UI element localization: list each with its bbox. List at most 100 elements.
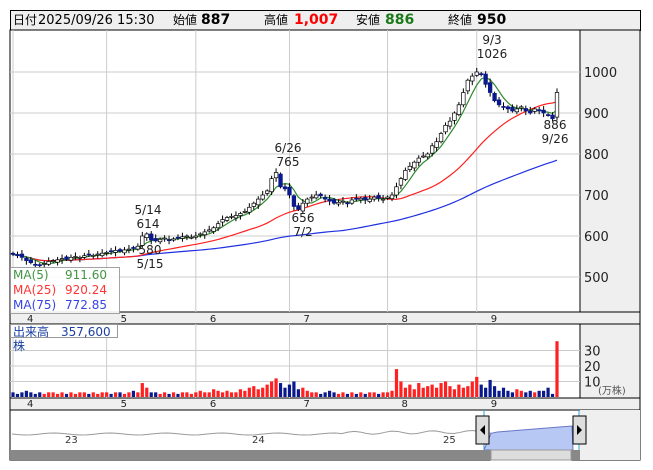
candle-body: [273, 172, 279, 179]
candle-body: [349, 199, 355, 204]
volume-bar: [122, 393, 127, 397]
volume-bar: [163, 392, 167, 397]
candle-body: [465, 79, 470, 92]
candle-body: [403, 170, 408, 180]
candle-body: [153, 238, 158, 242]
candle-body: [95, 253, 100, 256]
volume-bar: [412, 389, 416, 397]
volume-bar: [198, 390, 202, 397]
volume-bar: [145, 387, 149, 397]
candle-body: [541, 109, 546, 114]
navigator-year-label: 24: [252, 435, 265, 446]
candle-body: [331, 199, 337, 204]
candle-body: [113, 250, 118, 253]
ma25-value: 920.24: [65, 283, 107, 297]
candle-body: [220, 219, 225, 223]
candle-body: [117, 249, 123, 252]
candle-body: [180, 236, 185, 239]
candle-body: [86, 253, 91, 256]
candle-body: [354, 197, 359, 200]
volume-bar: [363, 393, 367, 397]
month-label: 8: [402, 314, 408, 325]
volume-bar: [131, 390, 135, 397]
annotation-line2: 614: [137, 217, 160, 231]
volume-bar: [243, 390, 247, 397]
volume-bar: [403, 387, 407, 397]
price-tick-label: 600: [584, 230, 609, 245]
volume-bar: [15, 393, 20, 397]
volume-label: 出来高 357,600株: [10, 324, 118, 353]
volume-bar: [216, 390, 220, 397]
annotation-line1: 656: [292, 211, 315, 225]
volume-bar: [154, 392, 158, 397]
volume-bar: [167, 393, 171, 397]
annotation-line1: 9/3: [482, 33, 501, 47]
volume-bar: [176, 393, 180, 397]
candle-body: [55, 259, 60, 263]
scrollbar-thumb[interactable]: [490, 449, 572, 461]
candle-body: [479, 73, 484, 75]
volume-bar: [519, 390, 523, 397]
volume-bar: [225, 390, 229, 397]
annotation-line1: 6/26: [275, 141, 302, 155]
volume-bar: [555, 341, 559, 397]
volume-bar: [296, 389, 300, 397]
candle-body: [50, 260, 56, 262]
candle-body: [434, 141, 439, 148]
candle-body: [501, 106, 506, 108]
month-label: 9: [491, 399, 497, 410]
volume-bar: [105, 392, 109, 397]
volume-bar: [252, 386, 256, 397]
volume-bar: [452, 389, 457, 397]
candle-body: [207, 229, 212, 232]
candle-body: [309, 196, 314, 199]
candle-body: [278, 173, 283, 188]
annotation-line1: 5/14: [135, 203, 162, 217]
candle-body: [251, 202, 256, 207]
candle-body: [126, 248, 132, 251]
candle-body: [510, 106, 515, 112]
candle-body: [554, 92, 560, 118]
candle-body: [492, 92, 497, 102]
candle-body: [474, 71, 479, 76]
volume-bar: [87, 393, 91, 397]
price-tick-label: 1000: [584, 66, 617, 81]
candle-body: [59, 258, 65, 261]
volume-bar: [220, 392, 225, 397]
candle-body: [412, 161, 417, 169]
candle-body: [389, 194, 395, 200]
volume-bar: [38, 392, 42, 397]
volume-bar: [33, 393, 37, 397]
volume-bar: [20, 392, 24, 397]
volume-bar: [542, 390, 546, 397]
ma5-value: 911.60: [65, 268, 107, 282]
month-label: 8: [402, 399, 408, 410]
candle-body: [46, 261, 51, 265]
volume-bar: [550, 393, 555, 397]
candle-body: [91, 254, 96, 257]
ma25-label: MA(25): [13, 283, 57, 297]
volume-bar: [372, 392, 376, 397]
annotation-line1: 580: [139, 243, 162, 257]
volume-bar: [261, 387, 265, 397]
volume-bar: [479, 384, 483, 397]
annotation-line2: 9/26: [542, 132, 569, 146]
volume-bar: [524, 392, 528, 397]
volume-bar: [439, 383, 443, 397]
volume-bar: [390, 390, 394, 397]
candle-body: [104, 252, 109, 254]
candle-body: [287, 186, 292, 196]
navigator-right: [580, 410, 640, 460]
annotation-line2: 1026: [477, 47, 508, 61]
volume-bar: [435, 387, 439, 397]
ma75-value: 772.85: [65, 298, 107, 312]
candle-body: [336, 202, 341, 205]
volume-bar: [189, 393, 193, 397]
candle-body: [545, 114, 551, 116]
candle-body: [122, 249, 127, 254]
candle-body: [193, 235, 198, 238]
candle-body: [407, 165, 413, 170]
volume-bar: [73, 393, 78, 397]
chart-svg: 5006007008009001000102030(万株)44556677889…: [9, 29, 641, 461]
month-axis-lower: [9, 397, 641, 411]
